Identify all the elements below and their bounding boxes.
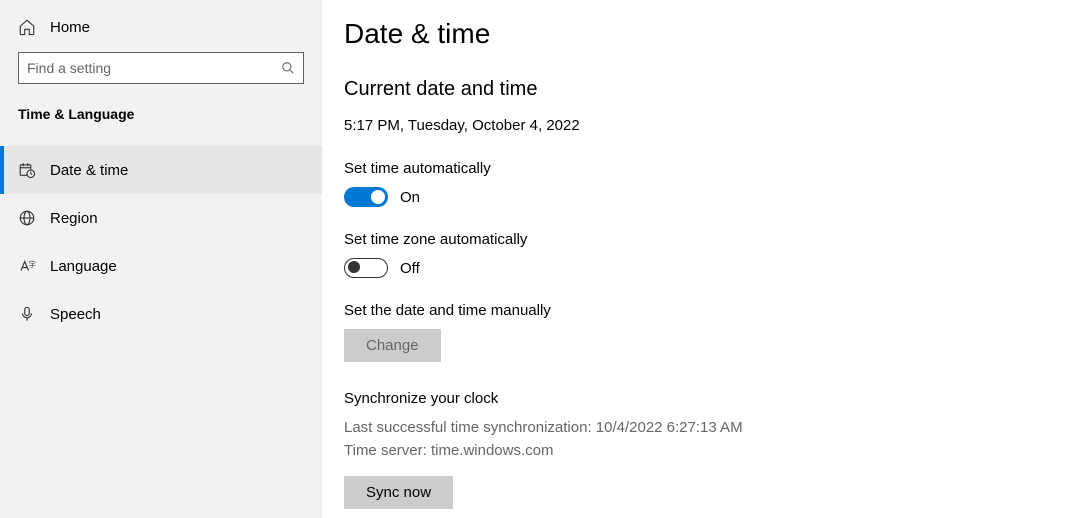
search-input-wrap[interactable] [18, 52, 304, 84]
sync-last-line: Last successful time synchronization: 10… [344, 417, 1029, 440]
set-tz-auto-row: Off [344, 258, 1029, 278]
set-tz-auto-toggle[interactable] [344, 258, 388, 278]
sidebar-item-language[interactable]: 字 Language [0, 242, 322, 290]
home-link[interactable]: Home [0, 18, 322, 52]
sync-server-line: Time server: time.windows.com [344, 440, 1029, 463]
calendar-clock-icon [18, 161, 36, 179]
set-time-auto-state: On [400, 189, 420, 206]
search-container [0, 52, 322, 106]
globe-icon [18, 209, 36, 227]
sync-clock-heading: Synchronize your clock [344, 390, 1029, 407]
home-label: Home [50, 19, 90, 36]
sidebar: Home Time & Language Date & time Region … [0, 0, 322, 518]
category-title: Time & Language [0, 106, 322, 146]
sidebar-item-label: Speech [50, 306, 101, 323]
sidebar-item-region[interactable]: Region [0, 194, 322, 242]
language-icon: 字 [18, 257, 36, 275]
microphone-icon [18, 305, 36, 323]
change-button[interactable]: Change [344, 329, 441, 362]
home-icon [18, 18, 36, 36]
main-content: Date & time Current date and time 5:17 P… [322, 0, 1069, 518]
page-title: Date & time [344, 18, 1029, 50]
sidebar-item-label: Date & time [50, 162, 128, 179]
current-datetime-heading: Current date and time [344, 78, 1029, 101]
sidebar-item-speech[interactable]: Speech [0, 290, 322, 338]
svg-text:字: 字 [29, 259, 37, 269]
set-tz-auto-label: Set time zone automatically [344, 231, 1029, 248]
search-input[interactable] [27, 60, 281, 76]
set-tz-auto-state: Off [400, 260, 420, 277]
current-datetime-value: 5:17 PM, Tuesday, October 4, 2022 [344, 117, 1029, 134]
search-icon [281, 61, 295, 75]
sidebar-item-label: Language [50, 258, 117, 275]
manual-datetime-label: Set the date and time manually [344, 302, 1029, 319]
set-time-auto-toggle[interactable] [344, 187, 388, 207]
set-time-auto-row: On [344, 187, 1029, 207]
sync-now-button[interactable]: Sync now [344, 476, 453, 509]
sync-info: Last successful time synchronization: 10… [344, 417, 1029, 462]
sidebar-item-label: Region [50, 210, 98, 227]
sidebar-item-date-time[interactable]: Date & time [0, 146, 322, 194]
set-time-auto-label: Set time automatically [344, 160, 1029, 177]
